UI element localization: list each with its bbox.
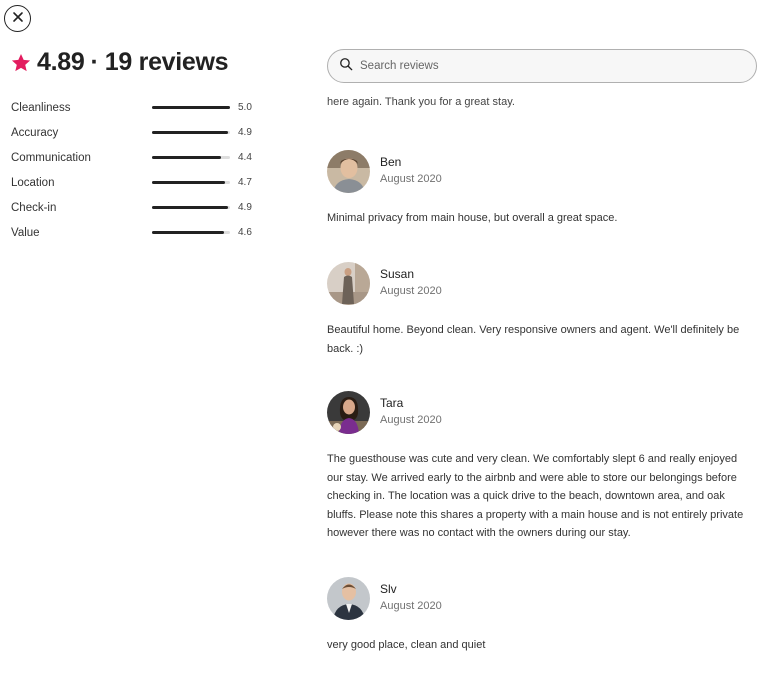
rating-bar <box>152 206 230 209</box>
rating-bar <box>152 231 230 234</box>
search-bar[interactable] <box>327 49 757 83</box>
avatar[interactable] <box>327 390 370 434</box>
partial-review-text: here again. Thank you for a great stay. <box>327 96 515 108</box>
category-label: Accuracy <box>11 126 59 139</box>
category-value: 5.0 <box>238 102 252 113</box>
review-item: Susan August 2020 Beautiful home. Beyond… <box>327 261 752 358</box>
rating-bar-fill <box>152 181 226 184</box>
category-label: Communication <box>11 151 91 164</box>
review-date: August 2020 <box>380 285 442 297</box>
rating-bar <box>152 181 230 184</box>
category-row-communication: Communication 4.4 <box>11 145 261 170</box>
rating-separator: · <box>90 48 99 76</box>
rating-bar-fill <box>152 106 230 109</box>
rating-bar <box>152 156 230 159</box>
rating-bar <box>152 106 230 109</box>
category-row-accuracy: Accuracy 4.9 <box>11 120 261 145</box>
category-row-value: Value 4.6 <box>11 220 261 245</box>
reviewer-name: Tara <box>380 396 404 410</box>
category-row-location: Location 4.7 <box>11 170 261 195</box>
category-value: 4.9 <box>238 202 252 213</box>
review-count: 19 reviews <box>104 48 229 76</box>
category-row-check-in: Check-in 4.9 <box>11 195 261 220</box>
category-label: Cleanliness <box>11 101 71 114</box>
review-date: August 2020 <box>380 600 442 612</box>
review-list[interactable]: here again. Thank you for a great stay. … <box>327 88 757 683</box>
review-text: The guesthouse was cute and very clean. … <box>327 453 744 539</box>
reviewer-name: Slv <box>380 582 397 596</box>
search-icon <box>339 57 353 76</box>
avatar[interactable] <box>327 261 370 305</box>
category-ratings: Cleanliness 5.0 Accuracy 4.9 Communicati… <box>11 95 261 245</box>
reviewer-name: Susan <box>380 267 415 281</box>
rating-bar-fill <box>152 206 229 209</box>
close-icon <box>12 10 24 28</box>
category-value: 4.6 <box>238 227 252 238</box>
review-text: Beautiful home. Beyond clean. Very respo… <box>327 324 740 355</box>
review-date: August 2020 <box>380 414 442 426</box>
rating-bar-fill <box>152 156 221 159</box>
category-label: Location <box>11 176 55 189</box>
category-label: Value <box>11 226 40 239</box>
review-text: very good place, clean and quiet <box>327 639 486 651</box>
rating-bar <box>152 131 230 134</box>
category-value: 4.7 <box>238 177 252 188</box>
star-icon <box>10 52 32 74</box>
rating-bar-fill <box>152 231 224 234</box>
review-item: Tara August 2020 The guesthouse was cute… <box>327 390 752 543</box>
category-row-cleanliness: Cleanliness 5.0 <box>11 95 261 120</box>
review-item: Slv August 2020 very good place, clean a… <box>327 576 752 655</box>
avatar[interactable] <box>327 149 370 193</box>
rating-bar-fill <box>152 131 229 134</box>
review-text: Minimal privacy from main house, but ove… <box>327 212 618 224</box>
rating-summary: 4.89 · 19 reviews <box>10 48 229 77</box>
close-button[interactable] <box>4 5 31 32</box>
overall-rating: 4.89 <box>37 48 85 76</box>
reviewer-name: Ben <box>380 155 402 169</box>
avatar[interactable] <box>327 576 370 620</box>
review-date: August 2020 <box>380 173 442 185</box>
search-input[interactable] <box>360 60 740 72</box>
category-value: 4.9 <box>238 127 252 138</box>
category-value: 4.4 <box>238 152 252 163</box>
review-item: Ben August 2020 Minimal privacy from mai… <box>327 149 752 228</box>
category-label: Check-in <box>11 201 57 214</box>
